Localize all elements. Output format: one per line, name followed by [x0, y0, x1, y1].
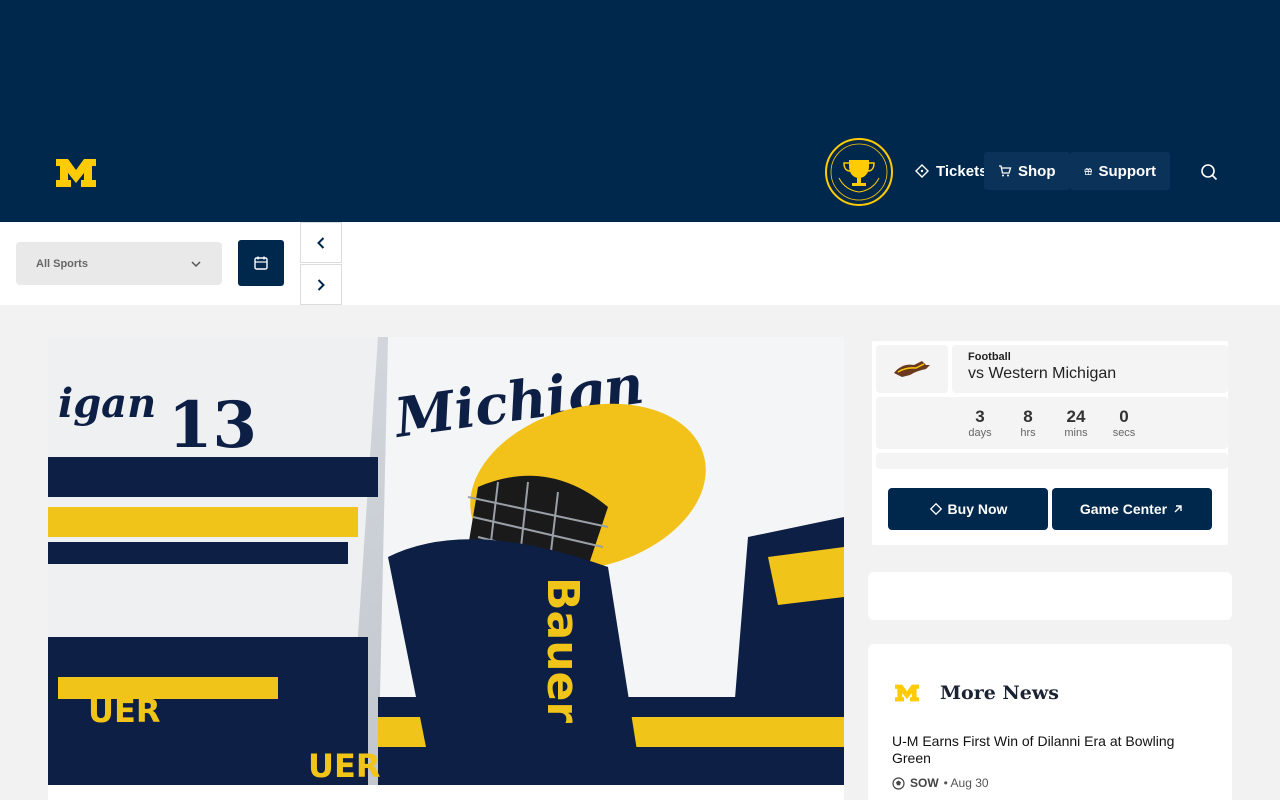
game-center-label: Game Center	[1079, 501, 1168, 517]
news-date: • Aug 30	[943, 776, 989, 790]
game-countdown: 3 days 8 hrs 24 mins 0 secs	[876, 397, 1228, 449]
more-news-title: More News	[940, 682, 1059, 704]
game-opponent: vs Western Michigan	[968, 365, 1117, 382]
shop-nav-button[interactable]: Shop	[984, 152, 1070, 190]
countdown-value: 3	[975, 407, 985, 426]
opponent-logo	[876, 345, 948, 393]
ticket-icon	[915, 164, 929, 178]
news-meta: SOW • Aug 30	[892, 776, 989, 790]
countdown-seconds: 0 secs	[1100, 397, 1148, 449]
svg-text:UER: UER	[88, 692, 160, 730]
scoreboard-prev-button[interactable]	[300, 222, 342, 263]
svg-text:igan: igan	[58, 380, 156, 427]
sport-filter-value: All Sports	[36, 257, 88, 270]
countdown-label: hrs	[1020, 427, 1036, 439]
countdown-minutes: 24 mins	[1052, 397, 1100, 449]
more-news-card: More News U-M Earns First Win of Dilanni…	[868, 644, 1232, 800]
svg-text:UER: UER	[308, 747, 380, 785]
western-michigan-bronco-icon	[894, 361, 930, 377]
svg-text:13: 13	[168, 388, 257, 463]
countdown-label: secs	[1112, 427, 1136, 439]
support-label: Support	[1098, 162, 1157, 180]
scoreboard-next-button[interactable]	[300, 264, 342, 305]
calendar-button[interactable]	[238, 240, 284, 286]
countdown-value: 24	[1066, 407, 1086, 426]
countdown-label: mins	[1064, 427, 1088, 439]
soccer-ball-icon	[892, 776, 905, 790]
countdown-days: 3 days	[956, 397, 1004, 449]
gift-icon	[1084, 168, 1092, 176]
news-sport: SOW	[910, 776, 939, 790]
tickets-label: Tickets	[936, 162, 988, 180]
game-sport: Football	[968, 351, 1011, 363]
chevron-right-icon	[317, 278, 325, 291]
buy-now-button[interactable]: Buy Now	[888, 488, 1048, 530]
chevron-left-icon	[317, 236, 325, 249]
countdown-value: 0	[1119, 407, 1129, 426]
hero-caption-bar	[48, 785, 844, 800]
ticket-icon	[929, 502, 942, 516]
scoreboard-bar: All Sports	[0, 222, 1280, 305]
block-m-logo-icon[interactable]	[55, 158, 97, 188]
buy-now-label: Buy Now	[947, 501, 1008, 517]
champions-circle-badge-icon[interactable]	[825, 138, 893, 206]
game-details-strip	[876, 453, 1228, 469]
game-info: Football vs Western Michigan	[952, 345, 1228, 393]
site-header: Tickets Shop Support	[0, 0, 1280, 222]
cart-icon	[999, 165, 1012, 177]
sport-filter-select[interactable]: All Sports	[16, 242, 222, 285]
promo-card-placeholder	[868, 572, 1232, 620]
next-game-card: Football vs Western Michigan 3 days 8 hr…	[868, 337, 1232, 549]
countdown-value: 8	[1023, 407, 1033, 426]
hero-image[interactable]: Michign 13 igan Bauer UER UER	[48, 337, 844, 785]
news-headline-link[interactable]: U-M Earns First Win of Dilanni Era at Bo…	[892, 733, 1202, 767]
countdown-hours: 8 hrs	[1004, 397, 1052, 449]
external-arrow-icon	[1174, 505, 1182, 513]
search-button[interactable]	[1196, 159, 1222, 185]
shop-label: Shop	[1018, 162, 1056, 180]
calendar-icon	[254, 256, 268, 270]
search-icon	[1201, 164, 1218, 181]
game-center-button[interactable]: Game Center	[1052, 488, 1212, 530]
support-nav-button[interactable]: Support	[1070, 152, 1170, 190]
svg-text:Bauer: Bauer	[537, 577, 588, 723]
countdown-label: days	[968, 427, 992, 439]
chevron-down-icon	[191, 260, 201, 267]
block-m-logo-icon	[894, 684, 920, 707]
